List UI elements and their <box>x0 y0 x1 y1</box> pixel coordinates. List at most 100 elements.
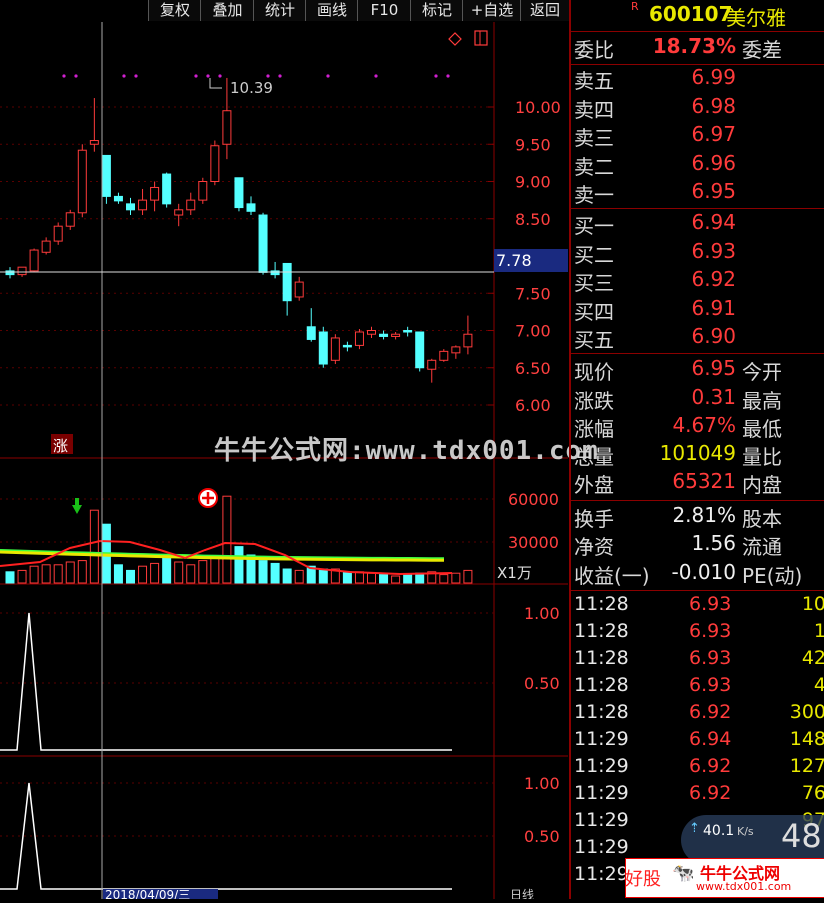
site-logo: 好股 🐄 牛牛公式网 www.tdx001.com <box>625 858 824 898</box>
tick-row[interactable]: 11:29 6.94 148 <box>571 728 824 755</box>
tick-price: 6.92 <box>689 755 732 777</box>
overlay-button[interactable]: 叠加 <box>200 0 255 21</box>
high-annotation: 10.39 <box>230 79 273 97</box>
pct-row-label: 涨幅 <box>574 417 614 441</box>
bid-level: 买五 6.90 <box>571 324 824 352</box>
candle-body <box>294 281 304 298</box>
marker-dot <box>374 74 378 78</box>
bid-level-label: 买一 <box>574 214 614 238</box>
net-unit: K/s <box>737 825 754 838</box>
candle-body <box>403 330 413 333</box>
watermark-text: 牛牛公式网:www.tdx001.com <box>214 436 599 466</box>
back-button[interactable]: 返回 <box>520 0 570 21</box>
pct-row-value: 4.67% <box>672 413 736 437</box>
tick-row[interactable]: 11:29 6.92 76 <box>571 782 824 809</box>
volume-bar <box>463 569 473 584</box>
high-pointer <box>209 78 222 89</box>
volume-bar <box>342 571 352 584</box>
ask-level-value: 6.98 <box>691 93 736 118</box>
tick-price: 6.93 <box>689 647 732 669</box>
volume-bar <box>77 560 87 584</box>
mark-button[interactable]: 标记 <box>410 0 464 21</box>
candle-body <box>330 337 340 361</box>
pct-row-right-label: 最低 <box>742 417 782 441</box>
restore-rights-button[interactable]: 复权 <box>148 0 202 21</box>
stock-header: R 600107 美尔雅 <box>571 0 824 31</box>
volume-bar <box>258 560 268 584</box>
indicator-axis-label: 1.00 <box>524 604 560 623</box>
bid-level: 买一 6.94 <box>571 210 824 238</box>
eps-row-right-label: PE(动) <box>742 564 803 588</box>
draw-line-button[interactable]: 画线 <box>305 0 359 21</box>
change-row-value: 0.31 <box>691 385 736 409</box>
candle-body <box>270 270 280 276</box>
candle-body <box>439 350 449 361</box>
volume-row: 总量 101049 量比 <box>571 441 824 469</box>
ask-level-value: 6.99 <box>691 65 736 89</box>
diamond-icon[interactable] <box>448 32 462 46</box>
tick-time: 11:29 <box>574 836 629 858</box>
candle-body <box>162 173 172 205</box>
volume-axis-label: 60000 <box>508 490 559 509</box>
commission-diff-label: 委差 <box>742 38 782 62</box>
window-icon[interactable] <box>474 30 488 46</box>
volume-bar <box>210 557 220 584</box>
tick-price: 6.92 <box>689 782 732 804</box>
candle-body <box>306 326 316 340</box>
tick-row[interactable]: 11:28 6.93 1 <box>571 620 824 647</box>
tick-row[interactable]: 11:28 6.92 300 <box>571 701 824 728</box>
candle-body <box>234 177 244 209</box>
tick-time: 11:28 <box>574 620 629 642</box>
net-big: 48 <box>781 817 822 855</box>
volume-bar <box>403 574 413 584</box>
indicator-axis-label: 1.00 <box>524 774 560 793</box>
tick-row[interactable]: 11:28 6.93 4 <box>571 674 824 701</box>
outer-row-right-label: 内盘 <box>742 473 782 497</box>
tick-price: 6.93 <box>689 620 732 642</box>
price-axis-label: 7.50 <box>515 284 551 303</box>
bid-level-value: 6.90 <box>691 324 736 349</box>
ask-level-label: 卖一 <box>574 183 614 208</box>
tick-vol: 10 <box>801 593 824 615</box>
tick-row[interactable]: 11:28 6.93 42 <box>571 647 824 674</box>
tick-time: 11:28 <box>574 647 629 669</box>
ask-level: 卖二 6.96 <box>571 151 824 179</box>
candle-body <box>101 154 111 197</box>
price-row-right-label: 今开 <box>742 360 782 384</box>
candle-body <box>354 331 364 346</box>
volume-bar <box>113 564 123 584</box>
quote-panel: R 600107 美尔雅 委比 18.73% 委差 卖五 6.99 卖四 6.98 卖三… <box>569 0 824 899</box>
bid-level-value: 6.94 <box>691 210 736 234</box>
logo-url: www.tdx001.com <box>696 880 792 893</box>
statistics-button[interactable]: 统计 <box>253 0 307 21</box>
candle-body <box>210 145 220 183</box>
tick-time: 11:29 <box>574 863 629 885</box>
outer-row: 外盘 65321 内盘 <box>571 469 824 497</box>
volume-axis-label: 30000 <box>508 533 559 552</box>
f10-button[interactable]: F10 <box>357 0 412 21</box>
volume-bar <box>391 575 401 584</box>
price-row: 现价 6.95 今开 <box>571 356 824 384</box>
tick-time: 11:29 <box>574 782 629 804</box>
ask-level: 卖三 6.97 <box>571 122 824 150</box>
tick-row[interactable]: 11:28 6.93 10 <box>571 593 824 620</box>
ask-level-value: 6.95 <box>691 179 736 204</box>
nav-row: 净资 1.56 流通 <box>571 531 824 559</box>
nav-row-right-label: 流通 <box>742 535 782 559</box>
tick-row[interactable]: 11:29 6.92 127 <box>571 755 824 782</box>
bottom-fragment: 日线 <box>510 888 534 899</box>
tick-price: 6.94 <box>689 728 732 750</box>
volume-bar <box>186 564 196 584</box>
turnover-row-value: 2.81% <box>672 503 736 527</box>
turnover-row: 换手 2.81% 股本 <box>571 503 824 531</box>
marker-dot <box>74 74 78 78</box>
marker-dot <box>206 74 210 78</box>
add-favorite-button[interactable]: +自选 <box>462 0 522 21</box>
volume-bar <box>29 565 39 584</box>
nav-row-value: 1.56 <box>691 531 736 555</box>
candle-body <box>391 333 401 337</box>
ask-level-label: 卖四 <box>574 97 614 122</box>
candle-body <box>342 344 352 348</box>
price-axis-label: 8.50 <box>515 210 551 229</box>
indicator-axis-label: 0.50 <box>524 827 560 846</box>
